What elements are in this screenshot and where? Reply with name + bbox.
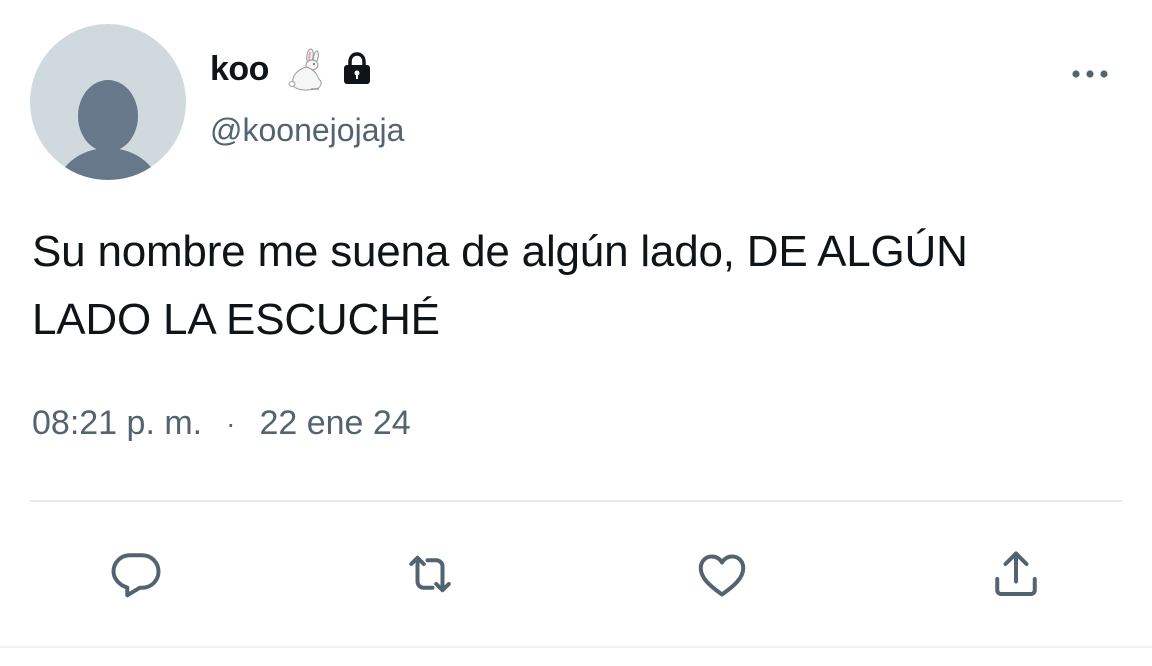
meta-separator: · [226, 407, 236, 439]
default-avatar-icon [57, 80, 159, 180]
user-handle[interactable]: @koonejojaja [210, 112, 404, 149]
display-name[interactable]: koo [210, 50, 269, 89]
avatar[interactable] [30, 24, 186, 180]
more-options-button[interactable] [1062, 56, 1118, 92]
share-button[interactable] [984, 542, 1048, 606]
retweet-button[interactable] [398, 542, 462, 606]
like-icon [698, 554, 746, 597]
tweet-meta: 08:21 p. m. · 22 ene 24 [32, 404, 411, 443]
tweet-text: Su nombre me suena de algún lado, DE ALG… [32, 218, 1122, 354]
reply-button[interactable] [104, 542, 168, 606]
rabbit-icon [281, 45, 329, 93]
reply-icon [111, 553, 161, 598]
tweet-time[interactable]: 08:21 p. m. [32, 404, 202, 443]
more-icon [1072, 70, 1108, 78]
tweet-text-line-1: Su nombre me suena de algún lado, DE ALG… [32, 227, 968, 276]
tweet-text-line-2: LADO LA ESCUCHÉ [32, 295, 440, 344]
divider [30, 500, 1122, 502]
lock-icon [337, 49, 377, 89]
share-icon [995, 551, 1037, 596]
tweet: koo @koonejojaja Su nombre me suena de a… [0, 0, 1152, 666]
like-button[interactable] [690, 542, 754, 606]
name-row: koo [210, 44, 377, 94]
retweet-icon [409, 555, 451, 593]
tweet-date[interactable]: 22 ene 24 [259, 404, 410, 443]
bottom-divider [0, 646, 1152, 648]
